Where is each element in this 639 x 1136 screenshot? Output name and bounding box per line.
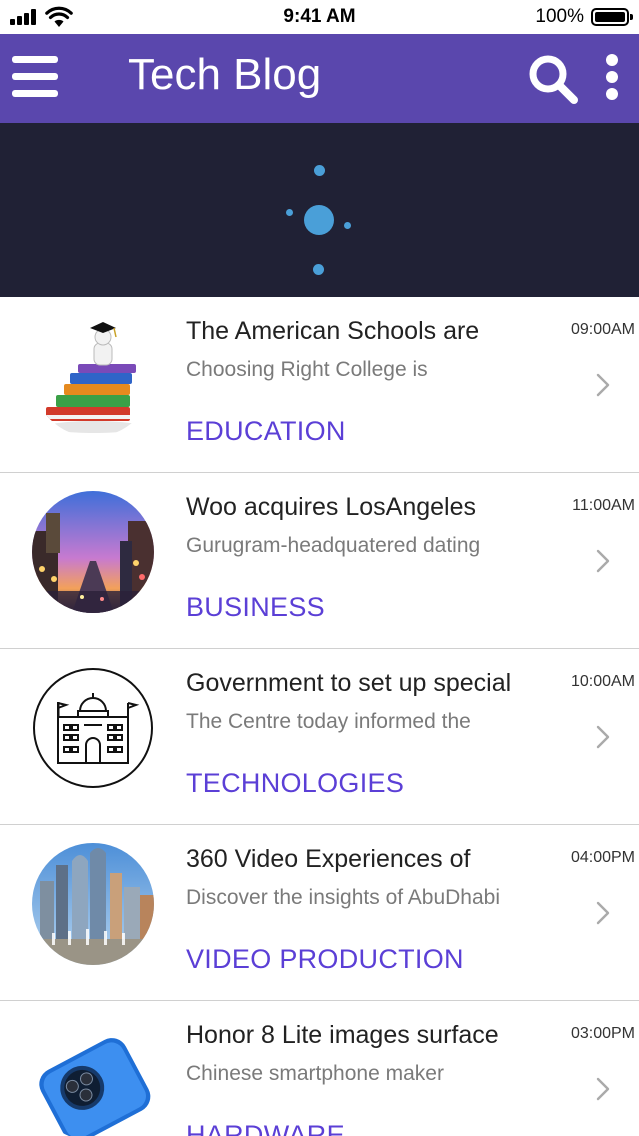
article-category[interactable]: HARDWARE	[186, 1120, 345, 1136]
status-bar: 9:41 AM 100%	[0, 0, 639, 34]
more-options-icon[interactable]	[600, 54, 624, 100]
article-excerpt: Discover the insights of AbuDhabi	[186, 886, 501, 909]
skyscrapers-image	[32, 843, 154, 965]
article-time: 11:00AM	[572, 497, 635, 514]
app-title: Tech Blog	[128, 50, 322, 99]
article-excerpt: Choosing Right College is	[186, 358, 428, 381]
chevron-right-icon[interactable]	[596, 725, 610, 749]
article-title: Honor 8 Lite images surface	[186, 1021, 499, 1049]
article-time: 10:00AM	[570, 673, 635, 690]
article-category[interactable]: BUSINESS	[186, 592, 325, 623]
search-icon[interactable]	[526, 52, 580, 106]
chevron-right-icon[interactable]	[596, 373, 610, 397]
chevron-right-icon[interactable]	[596, 549, 610, 573]
article-title: The American Schools are	[186, 317, 480, 345]
graduate-on-books-image	[32, 315, 154, 437]
list-item[interactable]: Honor 8 Lite images surface Chinese smar…	[0, 1001, 639, 1136]
battery-percentage: 100%	[535, 6, 584, 27]
article-category[interactable]: VIDEO PRODUCTION	[186, 944, 464, 975]
article-excerpt: Chinese smartphone maker	[186, 1062, 444, 1085]
list-item[interactable]: 360 Video Experiences of Discover the in…	[0, 825, 639, 1001]
article-category[interactable]: EDUCATION	[186, 416, 346, 447]
chevron-right-icon[interactable]	[596, 1077, 610, 1101]
blue-smartphone-image	[32, 1019, 154, 1136]
article-time: 09:00AM	[570, 321, 635, 338]
city-street-at-dusk-image	[32, 491, 154, 613]
article-title: 360 Video Experiences of	[186, 845, 471, 873]
article-excerpt: The Centre today informed the	[186, 710, 471, 733]
menu-button[interactable]	[12, 54, 58, 100]
list-item[interactable]: The American Schools are Choosing Right …	[0, 297, 639, 473]
article-title: Government to set up special	[186, 669, 512, 697]
battery-icon	[591, 8, 633, 26]
app-bar: Tech Blog	[0, 34, 639, 123]
chevron-right-icon[interactable]	[596, 901, 610, 925]
government-building-icon	[33, 668, 153, 788]
article-list: The American Schools are Choosing Right …	[0, 297, 639, 1136]
article-excerpt: Gurugram-headquatered dating	[186, 534, 481, 557]
list-item[interactable]: Woo acquires LosAngeles Gurugram-headqua…	[0, 473, 639, 649]
article-time: 03:00PM	[570, 1025, 635, 1042]
featured-banner	[0, 123, 639, 297]
article-title: Woo acquires LosAngeles	[186, 493, 476, 521]
article-time: 04:00PM	[570, 849, 635, 866]
article-category[interactable]: TECHNOLOGIES	[186, 768, 404, 799]
list-item[interactable]: Government to set up special The Centre …	[0, 649, 639, 825]
